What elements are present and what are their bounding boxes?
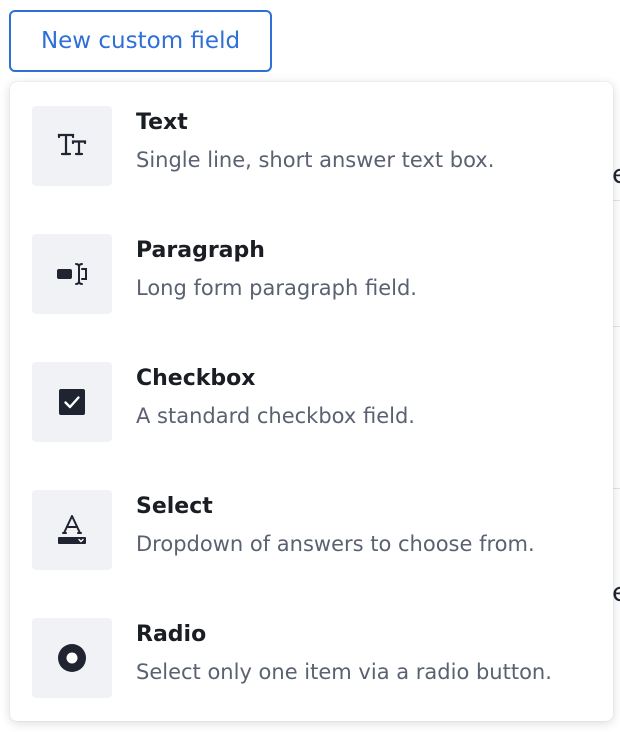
paragraph-cursor-icon [32,234,112,314]
menu-item-description: Long form paragraph field. [136,276,417,300]
menu-item-checkbox[interactable]: Checkbox A standard checkbox field. [10,338,613,466]
menu-item-title: Radio [136,622,207,647]
checkbox-icon [32,362,112,442]
menu-item-select[interactable]: Select Dropdown of answers to choose fro… [10,466,613,594]
text-type-icon-glyph [57,133,87,156]
menu-item-text[interactable]: Text Single line, short answer text box. [10,82,613,210]
menu-item-description: Single line, short answer text box. [136,148,495,172]
menu-item-description: Select only one item via a radio button. [136,660,552,684]
select-dropdown-icon [32,490,112,570]
menu-item-title: Paragraph [136,238,265,263]
text-type-icon [32,106,112,186]
menu-item-radio[interactable]: Radio Select only one item via a radio b… [10,594,613,722]
radio-icon [32,618,112,698]
new-custom-field-button[interactable]: New custom field [9,10,272,72]
menu-item-paragraph[interactable]: Paragraph Long form paragraph field. [10,210,613,338]
background-text-fragment: e [612,580,620,606]
background-text-fragment: e [612,162,620,188]
checkbox-icon-glyph [59,389,85,415]
radio-icon-glyph [58,644,86,672]
select-dropdown-icon-glyph [58,515,86,544]
menu-item-title: Checkbox [136,366,256,391]
menu-item-description: Dropdown of answers to choose from. [136,532,535,556]
menu-item-description: A standard checkbox field. [136,404,415,428]
paragraph-cursor-icon-glyph [57,263,87,285]
menu-item-title: Text [136,110,188,135]
page: e e New custom field Text S [0,0,620,732]
custom-field-type-menu: Text Single line, short answer text box.… [10,82,613,721]
menu-item-title: Select [136,494,213,519]
